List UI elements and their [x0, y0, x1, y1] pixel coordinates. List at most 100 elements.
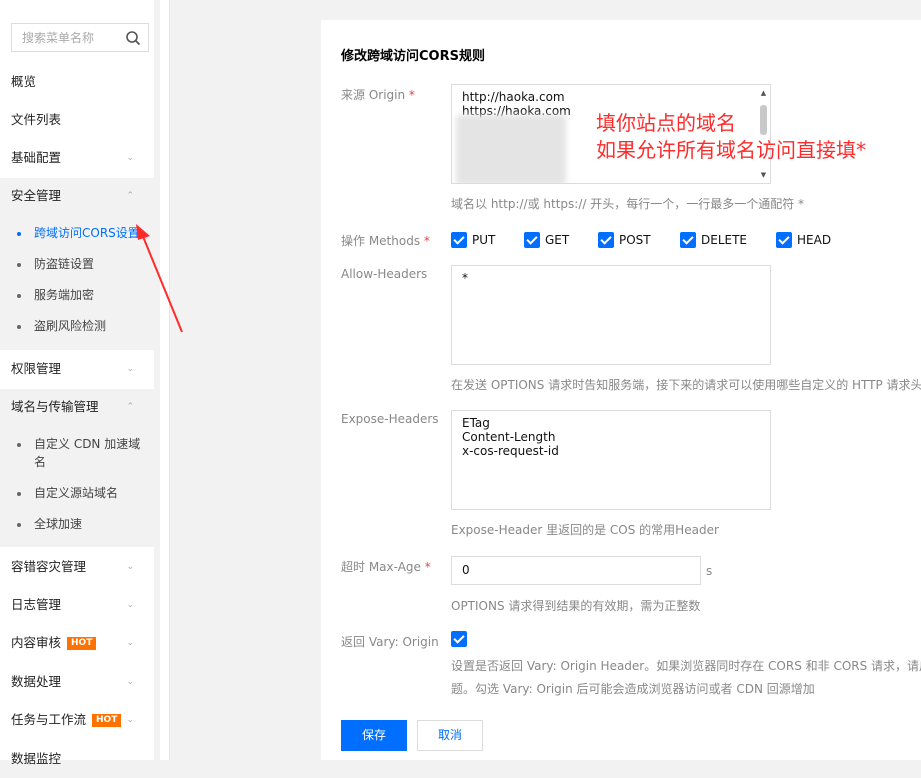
sidebar-item-workflow[interactable]: 任务与工作流 HOT ⌄ — [0, 701, 154, 739]
method-get-checkbox[interactable]: GET — [524, 232, 569, 248]
sidebar-item-label: 概览 — [11, 74, 37, 89]
expose-header-line: x-cos-request-id — [462, 444, 559, 458]
sidebar-item-monitoring[interactable]: 数据监控 — [0, 740, 154, 778]
allow-headers-value: * — [462, 271, 468, 285]
checkbox-label: GET — [545, 233, 570, 247]
chevron-down-icon: ⌄ — [126, 600, 134, 610]
sidebar-item-label: 数据处理 — [11, 674, 62, 689]
sidebar-item-label: 权限管理 — [11, 361, 62, 376]
sidebar-item-files[interactable]: 文件列表 — [0, 101, 154, 139]
annotation-line: 如果允许所有域名访问直接填* — [596, 138, 866, 162]
checkbox-checked-icon[interactable] — [598, 232, 614, 248]
vary-hint: 设置是否返回 Vary: Origin Header。如果浏览器同时存在 COR… — [451, 659, 921, 673]
sidebar-item-label: 基础配置 — [11, 150, 62, 165]
sidebar-item-basic-config[interactable]: 基础配置 ⌄ — [0, 139, 154, 177]
max-age-hint: OPTIONS 请求得到结果的有效期，需为正整数 — [451, 599, 701, 613]
vary-label: 返回 Vary: Origin — [341, 635, 439, 649]
page-title: 修改跨域访问CORS规则 — [341, 49, 485, 64]
sidebar-item-data-processing[interactable]: 数据处理 ⌄ — [0, 663, 154, 701]
sidebar-item-logs[interactable]: 日志管理 ⌄ — [0, 586, 154, 624]
sidebar-item-label: 任务与工作流 — [11, 712, 87, 727]
allow-headers-hint: 在发送 OPTIONS 请求时告知服务端，接下来的请求可以使用哪些自定义的 HT… — [451, 378, 921, 392]
required-mark: * — [408, 88, 415, 102]
sidebar-subitem-cdn-domain[interactable]: 自定义 CDN 加速域名 — [0, 435, 150, 471]
checkbox-label: HEAD — [797, 233, 832, 247]
bullet-icon — [17, 492, 21, 496]
bullet-icon — [17, 263, 21, 267]
expose-header-line: Content-Length — [462, 430, 556, 444]
max-age-label: 超时 Max-Age * — [341, 558, 431, 575]
bullet-icon — [17, 232, 21, 236]
chevron-up-icon: ⌃ — [126, 191, 134, 201]
expose-headers-hint: Expose-Header 里返回的是 COS 的常用Header — [451, 523, 719, 537]
sidebar-item-content-audit[interactable]: 内容审核 HOT ⌄ — [0, 624, 154, 662]
menu-search[interactable] — [11, 23, 149, 52]
bullet-icon — [17, 325, 21, 329]
allow-headers-label: Allow-Headers — [341, 267, 428, 281]
sidebar-item-label: 容错容灾管理 — [11, 559, 87, 574]
required-mark: * — [423, 234, 430, 248]
hot-badge: HOT — [92, 714, 122, 727]
expose-headers-label: Expose-Headers — [341, 412, 439, 426]
max-age-unit: s — [706, 564, 713, 578]
sidebar-item-label: 日志管理 — [11, 597, 62, 612]
chevron-down-icon: ⌄ — [126, 677, 134, 687]
checkbox-label: POST — [619, 233, 651, 247]
checkbox-checked-icon[interactable] — [524, 232, 540, 248]
sidebar-subitem-origin-domain[interactable]: 自定义源站域名 — [0, 484, 154, 502]
allow-headers-textarea[interactable]: * — [451, 265, 771, 365]
method-delete-checkbox[interactable]: DELETE — [680, 232, 747, 248]
checkbox-checked-icon[interactable] — [680, 232, 696, 248]
method-head-checkbox[interactable]: HEAD — [776, 232, 831, 248]
chevron-down-icon: ⌄ — [126, 715, 134, 725]
sidebar-item-disaster-recovery[interactable]: 容错容灾管理 ⌄ — [0, 548, 154, 586]
required-mark: * — [424, 560, 431, 574]
vary-checkbox[interactable] — [451, 631, 472, 647]
sidebar-subitem-label: 跨域访问CORS设置 — [34, 226, 140, 240]
max-age-input[interactable]: 0 — [451, 556, 701, 585]
sidebar-subitem-label: 盗刷风险检测 — [34, 319, 107, 333]
sidebar-item-domain[interactable]: 域名与传输管理 ⌃ — [0, 388, 154, 426]
sidebar-subitem-label: 防盗链设置 — [34, 257, 95, 271]
sidebar-subitem-label: 全球加速 — [34, 517, 83, 531]
max-age-label-text: 超时 Max-Age — [341, 560, 421, 574]
sidebar-item-label: 内容审核 — [11, 635, 62, 650]
chevron-up-icon: ⌃ — [126, 402, 134, 412]
sidebar-divider — [160, 0, 170, 760]
sidebar-item-permissions[interactable]: 权限管理 ⌄ — [0, 350, 154, 388]
sidebar-subitem-global-acceleration[interactable]: 全球加速 — [0, 515, 154, 533]
max-age-value: 0 — [462, 563, 470, 577]
sidebar-item-label: 域名与传输管理 — [11, 399, 99, 414]
checkbox-label: DELETE — [701, 233, 748, 247]
sidebar-item-label: 安全管理 — [11, 188, 62, 203]
method-post-checkbox[interactable]: POST — [598, 232, 651, 248]
bullet-icon — [17, 443, 21, 447]
method-put-checkbox[interactable]: PUT — [451, 232, 495, 248]
scroll-down-icon[interactable]: ▼ — [759, 171, 768, 179]
redacted-region — [456, 115, 566, 183]
sidebar-item-label: 数据监控 — [11, 751, 62, 766]
checkbox-label: PUT — [472, 233, 496, 247]
search-input[interactable] — [12, 24, 120, 51]
checkbox-checked-icon[interactable] — [776, 232, 792, 248]
sidebar-subitem-label: 自定义源站域名 — [34, 486, 119, 500]
sidebar-subitem-label: 服务端加密 — [34, 288, 95, 302]
sidebar-item-security[interactable]: 安全管理 ⌃ — [0, 177, 154, 215]
checkbox-checked-icon[interactable] — [451, 631, 467, 647]
hot-badge: HOT — [67, 637, 97, 650]
search-icon[interactable] — [125, 30, 141, 46]
bullet-icon — [17, 294, 21, 298]
checkbox-checked-icon[interactable] — [451, 232, 467, 248]
sidebar-item-overview[interactable]: 概览 — [0, 63, 154, 101]
annotation-line: 填你站点的域名 — [596, 111, 736, 135]
annotation-text: 填你站点的域名 如果允许所有域名访问直接填* — [596, 110, 866, 164]
expose-header-line: ETag — [462, 416, 490, 430]
scroll-up-icon[interactable]: ▲ — [759, 89, 768, 97]
origin-hint: 域名以 http://或 https:// 开头，每行一个，一行最多一个通配符 … — [451, 197, 805, 211]
expose-headers-textarea[interactable]: ETag Content-Length x-cos-request-id — [451, 410, 771, 510]
vary-hint: 题。勾选 Vary: Origin 后可能会造成浏览器访问或者 CDN 回源增加 — [451, 682, 815, 696]
cancel-button[interactable]: 取消 — [417, 720, 483, 751]
chevron-down-icon: ⌄ — [126, 364, 134, 374]
save-button[interactable]: 保存 — [341, 720, 407, 751]
origin-line: http://haoka.com — [462, 90, 565, 104]
